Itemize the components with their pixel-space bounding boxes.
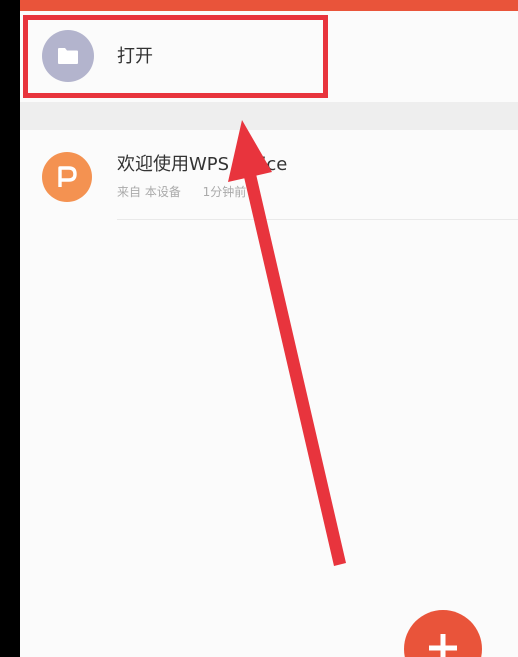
app-screen: 打开 欢迎使用WPS Office 来自 本设备 1分钟前 [20, 0, 518, 657]
plus-icon [429, 634, 457, 657]
annotation-arrow [228, 120, 346, 566]
